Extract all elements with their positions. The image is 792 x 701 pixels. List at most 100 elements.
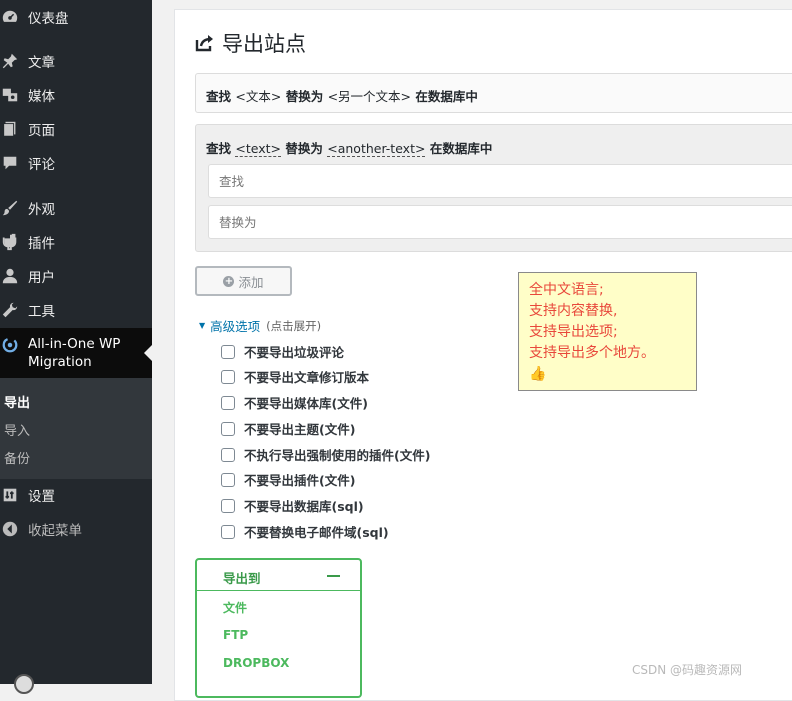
note-line: 全中文语言;: [529, 282, 604, 298]
thumbs-up-icon: 👍: [529, 366, 547, 382]
replace-input[interactable]: [208, 205, 792, 239]
add-button-label: 添加: [238, 274, 264, 290]
sidebar-item-label: 设置: [28, 489, 55, 505]
advanced-options-toggle[interactable]: ▼ 高级选项 (点击展开): [199, 316, 321, 335]
export-to-label: 导出到: [223, 571, 261, 586]
simple-find-replace-bar[interactable]: 查找 <文本> 替换为 <另一个文本> 在数据库中: [195, 73, 792, 113]
sidebar-item-label: 仪表盘: [28, 11, 69, 27]
option-label: 不要导出主题(文件): [244, 422, 356, 437]
advanced-options-label: 高级选项: [210, 319, 261, 334]
find-input[interactable]: [208, 164, 792, 198]
another-text-tag: <another-text>: [327, 141, 426, 157]
sidebar-item-label: 用户: [28, 270, 55, 286]
page-icon: [0, 119, 20, 139]
media-icon: [0, 85, 20, 105]
export-option-ftp[interactable]: FTP: [223, 628, 248, 642]
add-button[interactable]: + 添加: [195, 266, 292, 296]
sidebar-item-users[interactable]: 用户: [0, 262, 152, 290]
find-replace-heading: 查找 <text> 替换为 <another-text> 在数据库中: [206, 138, 492, 157]
option-no-post-revisions[interactable]: 不要导出文章修订版本: [221, 367, 369, 386]
settings-icon: [0, 485, 20, 505]
export-icon: [195, 35, 213, 52]
option-no-database[interactable]: 不要导出数据库(sql): [221, 496, 364, 515]
admin-sidebar: 仪表盘 文章 媒体 页面 评论 外观 插件 用户 工具 All-in-One W…: [0, 0, 152, 694]
option-label: 不要替换电子邮件域(sql): [244, 525, 389, 540]
sidebar-item-label: 评论: [28, 157, 55, 173]
option-no-email-replace[interactable]: 不要替换电子邮件域(sql): [221, 522, 389, 541]
comment-icon: [0, 153, 20, 173]
sidebar-item-dashboard[interactable]: 仪表盘: [0, 3, 152, 31]
sidebar-item-label: 插件: [28, 236, 55, 252]
replace-word: 替换为: [285, 89, 324, 104]
export-to-button[interactable]: 导出到: [197, 560, 360, 591]
sidebar-item-label: 工具: [28, 304, 55, 320]
checkbox[interactable]: [221, 498, 235, 513]
watermark: CSDN @码趣资源网: [632, 663, 743, 677]
sidebar-item-label: 外观: [28, 202, 55, 218]
collapse-menu-label: 收起菜单: [28, 523, 82, 539]
checkbox[interactable]: [221, 369, 235, 384]
sidebar-item-label: All-in-One WP Migration: [28, 336, 121, 370]
annotation-note: 全中文语言; 支持内容替换, 支持导出选项; 支持导出多个地方。 👍: [518, 272, 697, 391]
sidebar-item-appearance[interactable]: 外观: [0, 194, 152, 222]
option-label: 不要导出数据库(sql): [244, 499, 364, 514]
option-label: 不执行导出强制使用的插件(文件): [244, 448, 431, 463]
option-no-media[interactable]: 不要导出媒体库(文件): [221, 393, 368, 412]
avatar: [14, 674, 34, 694]
submenu-item-import[interactable]: 导入: [4, 420, 30, 439]
sidebar-item-label: 媒体: [28, 89, 55, 105]
sidebar-item-label: 文章: [28, 55, 55, 71]
dashboard-icon: [0, 7, 20, 27]
sidebar-item-pages[interactable]: 页面: [0, 115, 152, 143]
text-tag: <text>: [235, 141, 281, 157]
option-label: 不要导出媒体库(文件): [244, 396, 368, 411]
sidebar-item-tools[interactable]: 工具: [0, 296, 152, 324]
option-no-plugins[interactable]: 不要导出插件(文件): [221, 470, 355, 489]
export-option-file[interactable]: 文件: [223, 599, 247, 616]
submenu-item-backups[interactable]: 备份: [4, 448, 30, 467]
option-no-must-use-plugins[interactable]: 不执行导出强制使用的插件(文件): [221, 445, 430, 464]
sidebar-item-comments[interactable]: 评论: [0, 149, 152, 177]
option-label: 不要导出垃圾评论: [244, 345, 345, 360]
wrench-icon: [0, 300, 20, 320]
page-title-text: 导出站点: [222, 32, 306, 56]
collapse-menu-button[interactable]: 收起菜单: [0, 515, 152, 543]
plus-circle-icon: +: [223, 275, 235, 287]
find-replace-box: 查找 <text> 替换为 <another-text> 在数据库中: [195, 124, 792, 252]
checkbox[interactable]: [221, 524, 235, 539]
checkbox[interactable]: [221, 447, 235, 462]
option-no-spam-comments[interactable]: 不要导出垃圾评论: [221, 342, 344, 361]
current-menu-arrow: [144, 345, 152, 361]
sidebar-item-plugins[interactable]: 插件: [0, 228, 152, 256]
note-line: 支持导出选项;: [529, 324, 618, 340]
collapse-arrow-icon: [0, 519, 20, 539]
export-to-dropdown: 导出到 文件 FTP DROPBOX: [195, 558, 362, 698]
submenu-item-export[interactable]: 导出: [4, 392, 30, 411]
text-tag: <文本>: [235, 89, 282, 104]
triangle-down-icon: ▼: [199, 321, 206, 330]
option-no-themes[interactable]: 不要导出主题(文件): [221, 419, 355, 438]
checkbox[interactable]: [221, 344, 235, 359]
checkbox[interactable]: [221, 395, 235, 410]
note-line: 支持内容替换,: [529, 303, 618, 319]
checkbox[interactable]: [221, 472, 235, 487]
export-option-dropbox[interactable]: DROPBOX: [223, 656, 289, 670]
plugin-submenu: 导出 导入 备份: [0, 378, 152, 479]
brush-icon: [0, 198, 20, 218]
another-text-tag: <另一个文本>: [327, 89, 412, 104]
page-title: 导出站点: [194, 28, 306, 58]
sidebar-item-posts[interactable]: 文章: [0, 47, 152, 75]
migration-icon: [0, 335, 20, 355]
in-database-word: 在数据库中: [415, 89, 478, 104]
pushpin-icon: [0, 51, 20, 71]
find-word: 查找: [206, 141, 232, 156]
sidebar-item-settings[interactable]: 设置: [0, 481, 152, 509]
user-icon: [0, 266, 20, 286]
find-word: 查找: [206, 89, 232, 104]
sidebar-item-media[interactable]: 媒体: [0, 81, 152, 109]
note-line: 支持导出多个地方。: [529, 345, 655, 361]
sidebar-item-label: 页面: [28, 123, 55, 139]
sidebar-item-all-in-one-wp-migration[interactable]: All-in-One WP Migration: [0, 328, 152, 378]
checkbox[interactable]: [221, 421, 235, 436]
simple-find-text: 查找 <文本> 替换为 <另一个文本> 在数据库中: [206, 86, 478, 105]
